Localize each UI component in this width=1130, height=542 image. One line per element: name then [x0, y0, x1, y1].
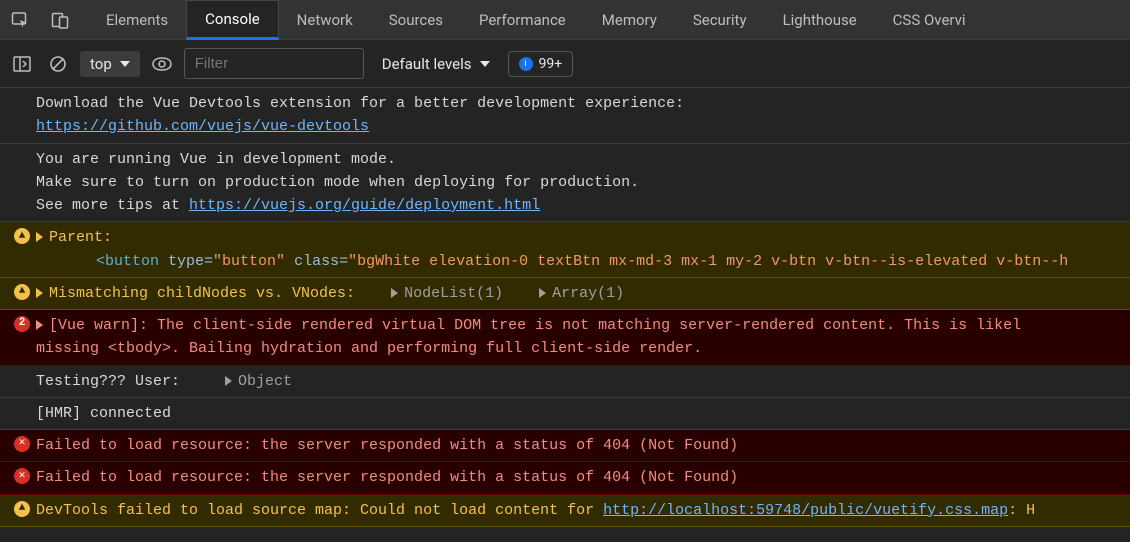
chevron-down-icon	[480, 61, 490, 67]
issues-badge[interactable]: i 99+	[508, 51, 574, 77]
error-icon: ✕	[14, 468, 30, 484]
error-icon: ✕	[14, 436, 30, 452]
tab-sources[interactable]: Sources	[371, 0, 461, 40]
log-link[interactable]: https://vuejs.org/guide/deployment.html	[189, 197, 540, 214]
tab-network[interactable]: Network	[279, 0, 371, 40]
tab-console[interactable]: Console	[186, 0, 279, 40]
html-attr-name: type=	[168, 253, 213, 270]
log-row-info[interactable]: You are running Vue in development mode.…	[0, 144, 1130, 223]
log-row-error[interactable]: 2 [Vue warn]: The client-side rendered v…	[0, 310, 1130, 366]
clear-console-icon[interactable]	[44, 50, 72, 78]
log-row-warning[interactable]: ▲ DevTools failed to load source map: Co…	[0, 495, 1130, 527]
console-toolbar: top Default levels i 99+	[0, 40, 1130, 88]
log-row-info[interactable]: [HMR] connected	[0, 398, 1130, 430]
inspect-element-icon[interactable]	[0, 0, 40, 40]
error-count-badge: 2	[14, 316, 30, 332]
log-row-error[interactable]: ✕ Failed to load resource: the server re…	[0, 430, 1130, 462]
filter-input[interactable]	[184, 48, 364, 79]
html-attr-val: "bgWhite elevation-0 textBtn mx-md-3 mx-…	[348, 253, 1068, 270]
tab-memory[interactable]: Memory	[584, 0, 675, 40]
tab-elements[interactable]: Elements	[88, 0, 186, 40]
levels-label: Default levels	[382, 55, 472, 73]
expand-caret-icon[interactable]	[225, 376, 232, 386]
log-object[interactable]: NodeList(1)	[404, 285, 503, 302]
log-text: You are running Vue in development mode.	[36, 151, 396, 168]
log-text: Download the Vue Devtools extension for …	[36, 95, 684, 112]
html-tag: <button	[96, 253, 159, 270]
log-text: [Vue warn]: The client-side rendered vir…	[49, 317, 1021, 334]
expand-caret-icon[interactable]	[539, 288, 546, 298]
warning-icon: ▲	[14, 228, 30, 244]
console-log-list: Download the Vue Devtools extension for …	[0, 88, 1130, 527]
log-text: DevTools failed to load source map: Coul…	[36, 502, 603, 519]
expand-caret-icon[interactable]	[36, 320, 43, 330]
warning-icon: ▲	[14, 501, 30, 517]
log-row-error[interactable]: ✕ Failed to load resource: the server re…	[0, 462, 1130, 494]
warning-icon: ▲	[14, 284, 30, 300]
log-text: [HMR] connected	[36, 405, 171, 422]
device-toolbar-icon[interactable]	[40, 0, 80, 40]
tab-lighthouse[interactable]: Lighthouse	[765, 0, 875, 40]
log-levels-selector[interactable]: Default levels	[372, 51, 500, 77]
log-text: missing <tbody>. Bailing hydration and p…	[36, 340, 702, 357]
expand-caret-icon[interactable]	[36, 288, 43, 298]
log-text: Failed to load resource: the server resp…	[36, 437, 738, 454]
log-object[interactable]: Object	[238, 373, 292, 390]
log-text: Make sure to turn on production mode whe…	[36, 174, 639, 191]
log-label: Testing??? User:	[36, 373, 180, 390]
tab-security[interactable]: Security	[675, 0, 765, 40]
tab-css-overview[interactable]: CSS Overvi	[875, 0, 984, 40]
context-selector[interactable]: top	[80, 51, 140, 77]
log-text: See more tips at	[36, 197, 189, 214]
html-attr-name: class=	[294, 253, 348, 270]
log-row-info[interactable]: Download the Vue Devtools extension for …	[0, 88, 1130, 144]
issues-count: 99+	[539, 56, 563, 72]
log-text: Failed to load resource: the server resp…	[36, 469, 738, 486]
log-link[interactable]: https://github.com/vuejs/vue-devtools	[36, 118, 369, 135]
context-label: top	[90, 55, 112, 73]
log-row-warning[interactable]: ▲ Mismatching childNodes vs. VNodes: Nod…	[0, 278, 1130, 310]
log-label: Mismatching childNodes vs. VNodes:	[49, 285, 355, 302]
log-object[interactable]: Array(1)	[552, 285, 624, 302]
tab-performance[interactable]: Performance	[461, 0, 584, 40]
html-attr-val: "button"	[213, 253, 285, 270]
log-row-info[interactable]: Testing??? User: Object	[0, 366, 1130, 398]
log-label: Parent:	[49, 229, 112, 246]
issues-dot-icon: i	[519, 57, 533, 71]
chevron-down-icon	[120, 61, 130, 67]
toggle-sidebar-icon[interactable]	[8, 50, 36, 78]
expand-caret-icon[interactable]	[391, 288, 398, 298]
expand-caret-icon[interactable]	[36, 232, 43, 242]
log-link[interactable]: http://localhost:59748/public/vuetify.cs…	[603, 502, 1008, 519]
devtools-tabbar: Elements Console Network Sources Perform…	[0, 0, 1130, 40]
live-expression-icon[interactable]	[148, 50, 176, 78]
log-text: : H	[1008, 502, 1035, 519]
log-row-warning[interactable]: ▲ Parent: <button type="button" class="b…	[0, 222, 1130, 278]
